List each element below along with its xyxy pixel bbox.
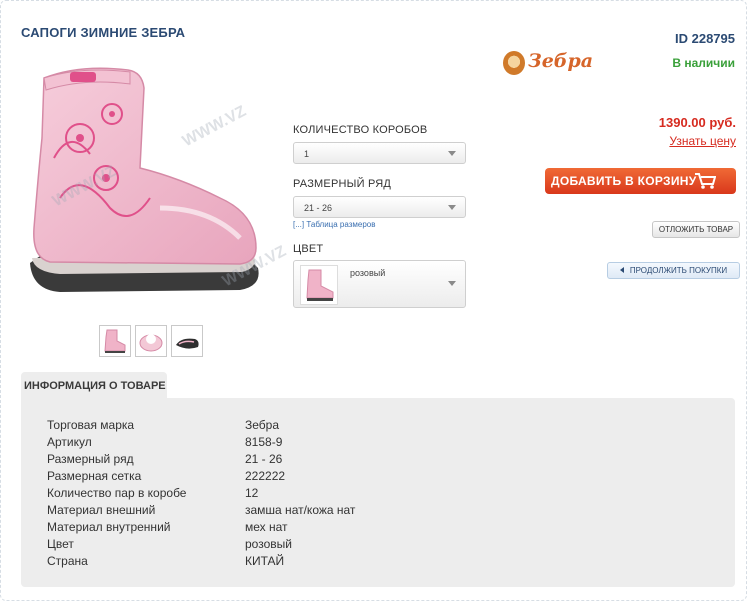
spec-key: Материал внутренний bbox=[47, 520, 171, 534]
spec-value: 21 - 26 bbox=[245, 452, 283, 466]
spec-key: Торговая марка bbox=[47, 418, 135, 432]
continue-shopping-label: ПРОДОЛЖИТЬ ПОКУПКИ bbox=[629, 266, 728, 275]
size-range-label: РАЗМЕРНЫЙ РЯД bbox=[293, 178, 392, 190]
size-chart-link[interactable]: [...] Таблица размеров bbox=[293, 220, 376, 229]
boxes-quantity-value: 1 bbox=[304, 149, 310, 159]
boxes-quantity-label: КОЛИЧЕСТВО КОРОБОВ bbox=[293, 124, 428, 136]
spec-row: Страна КИТАЙ bbox=[47, 554, 647, 570]
spec-row: Артикул 8158-9 bbox=[47, 435, 647, 451]
product-id: ID 228795 bbox=[675, 31, 735, 46]
tab-product-info[interactable]: ИНФОРМАЦИЯ О ТОВАРЕ bbox=[21, 372, 167, 399]
brand-logo[interactable]: Зебра bbox=[503, 49, 593, 77]
size-range-value: 21 - 26 bbox=[304, 203, 333, 213]
thumbnail-strip bbox=[99, 325, 203, 357]
spec-row: Цвет розовый bbox=[47, 537, 647, 553]
thumbnail-top-view[interactable] bbox=[135, 325, 167, 357]
spec-key: Артикул bbox=[47, 435, 92, 449]
spec-value: Зебра bbox=[245, 418, 280, 432]
cart-icon bbox=[695, 173, 716, 189]
thumbnail-sole-view[interactable] bbox=[171, 325, 203, 357]
size-range-select[interactable]: 21 - 26 bbox=[293, 196, 466, 218]
chevron-left-icon bbox=[619, 267, 624, 273]
spec-key: Цвет bbox=[47, 537, 74, 551]
color-value: розовый bbox=[350, 268, 386, 278]
product-title: САПОГИ ЗИМНИЕ ЗЕБРА bbox=[21, 25, 186, 40]
spec-key: Размерный ряд bbox=[47, 452, 134, 466]
spec-row: Торговая марка Зебра bbox=[47, 418, 647, 434]
spec-key: Количество пар в коробе bbox=[47, 486, 187, 500]
color-swatch-image bbox=[300, 265, 338, 305]
color-select[interactable]: розовый bbox=[293, 260, 466, 308]
spec-key: Страна bbox=[47, 554, 88, 568]
spec-value: 8158-9 bbox=[245, 435, 283, 449]
spec-row: Материал внутренний мех нат bbox=[47, 520, 647, 536]
color-label: ЦВЕТ bbox=[293, 243, 324, 255]
product-main-image[interactable]: WWW.VZ WWW.VZ WWW.VZ bbox=[20, 58, 289, 312]
chevron-down-icon bbox=[448, 205, 456, 210]
spec-row: Размерный ряд 21 - 26 bbox=[47, 452, 647, 468]
thumbnail-side-view[interactable] bbox=[99, 325, 131, 357]
postpone-button[interactable]: ОТЛОЖИТЬ ТОВАР bbox=[652, 221, 740, 238]
product-price: 1390.00 руб. bbox=[658, 115, 736, 130]
brand-logo-icon bbox=[503, 51, 525, 75]
add-to-cart-button[interactable]: ДОБАВИТЬ В КОРЗИНУ bbox=[545, 168, 736, 194]
add-to-cart-label: ДОБАВИТЬ В КОРЗИНУ bbox=[551, 174, 697, 188]
boxes-quantity-select[interactable]: 1 bbox=[293, 142, 466, 164]
spec-value: КИТАЙ bbox=[245, 554, 285, 568]
spec-row: Материал внешний замша нат/кожа нат bbox=[47, 503, 647, 519]
spec-value: мех нат bbox=[245, 520, 288, 534]
spec-row: Размерная сетка 222222 bbox=[47, 469, 647, 485]
spec-key: Материал внешний bbox=[47, 503, 156, 517]
availability-status: В наличии bbox=[672, 56, 735, 70]
spec-value: 12 bbox=[245, 486, 259, 500]
chevron-down-icon bbox=[448, 281, 456, 286]
spec-key: Размерная сетка bbox=[47, 469, 142, 483]
continue-shopping-button[interactable]: ПРОДОЛЖИТЬ ПОКУПКИ bbox=[607, 262, 740, 279]
chevron-down-icon bbox=[448, 151, 456, 156]
brand-logo-text: Зебра bbox=[528, 50, 594, 72]
spec-value: замша нат/кожа нат bbox=[245, 503, 356, 517]
spec-value: 222222 bbox=[245, 469, 286, 483]
spec-row: Количество пар в коробе 12 bbox=[47, 486, 647, 502]
check-price-link[interactable]: Узнать цену bbox=[669, 134, 736, 148]
spec-value: розовый bbox=[245, 537, 292, 551]
product-info-panel: Торговая марка Зебра Артикул 8158-9 Размер… bbox=[21, 398, 735, 587]
